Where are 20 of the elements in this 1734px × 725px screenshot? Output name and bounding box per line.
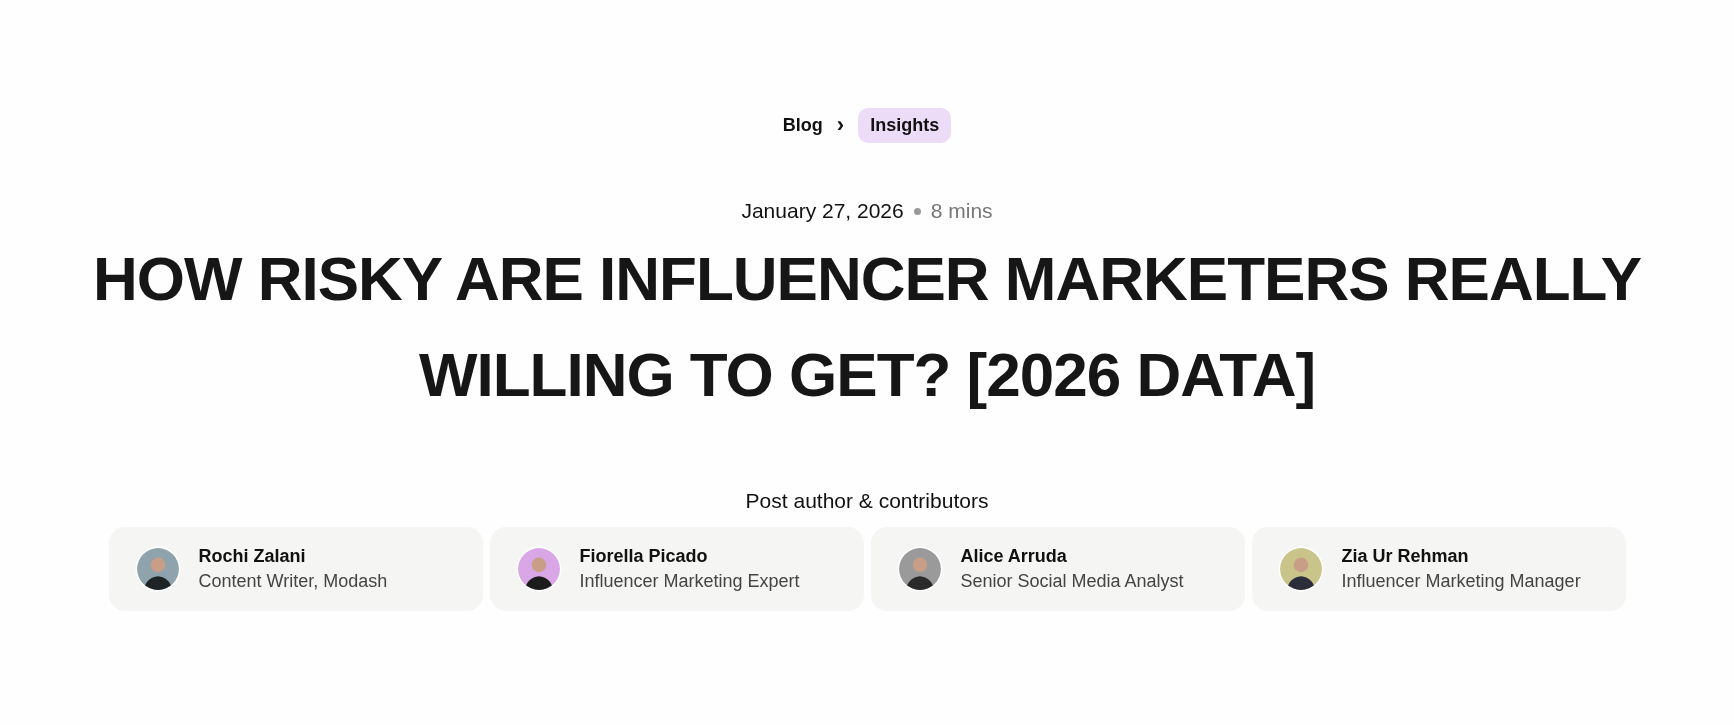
post-date: January 27, 2026	[741, 199, 904, 223]
author-card[interactable]: Rochi Zalani Content Writer, Modash	[108, 527, 483, 611]
author-name: Fiorella Picado	[579, 546, 709, 567]
author-role: Content Writer, Modash	[198, 571, 388, 592]
author-role: Influencer Marketing Manager	[1341, 571, 1581, 592]
breadcrumb-separator: ›	[836, 114, 845, 136]
article-title: HOW RISKY ARE INFLUENCER MARKETERS REALLY WILLING TO GET? [2026 DATA]	[91, 243, 1643, 411]
breadcrumb-link[interactable]: Blog	[782, 108, 823, 142]
breadcrumb-link[interactable]: Insights	[858, 107, 952, 143]
read-time: 8 mins	[930, 199, 993, 223]
author-name: Alice Arruda	[960, 546, 1068, 567]
author-name: Zia Ur Rehman	[1341, 546, 1470, 567]
author-card[interactable]: Fiorella Picado Influencer Marketing Expert	[489, 527, 864, 611]
author-name: Rochi Zalani	[198, 546, 307, 567]
authors-heading: Post author & contributors	[745, 489, 989, 513]
author-card[interactable]: Zia Ur Rehman Influencer Marketing Manager	[1251, 527, 1626, 611]
separator-dot	[913, 207, 921, 215]
author-role: Influencer Marketing Expert	[579, 571, 800, 592]
author-role: Senior Social Media Analyst	[960, 571, 1184, 592]
author-card[interactable]: Alice Arruda Senior Social Media Analyst	[870, 527, 1245, 611]
